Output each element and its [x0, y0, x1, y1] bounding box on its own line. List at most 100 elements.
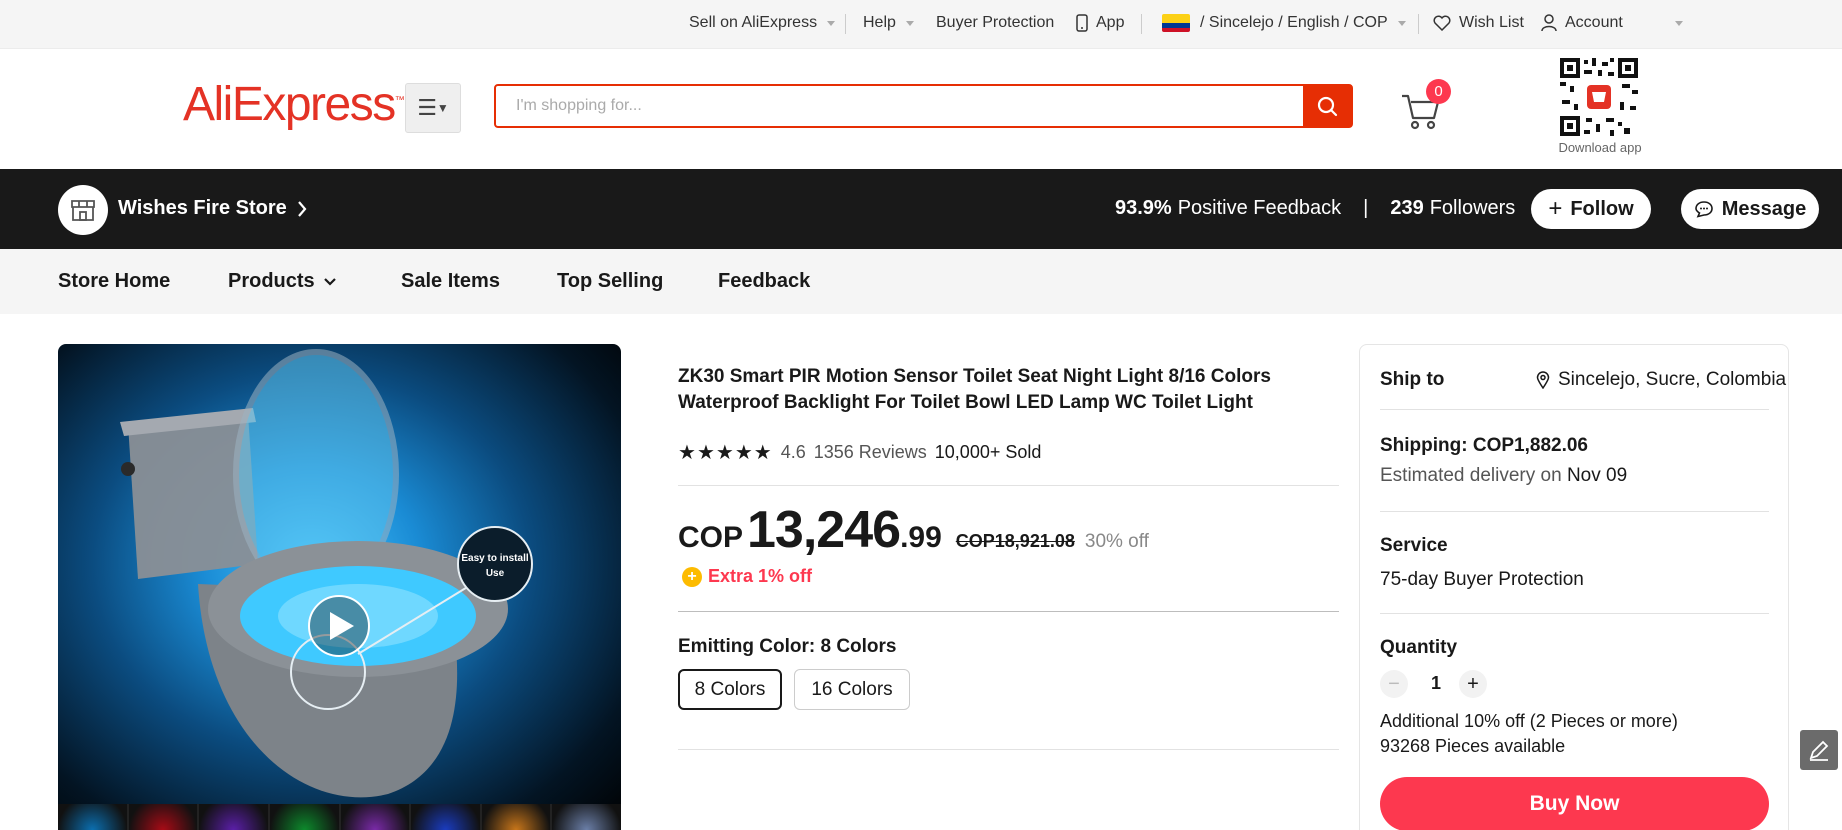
- estimated-delivery-label: Estimated delivery on: [1380, 465, 1562, 486]
- user-icon: [1541, 14, 1557, 32]
- extra-discount-label: Extra 1% off: [708, 566, 813, 586]
- chevron-down-icon: [827, 20, 836, 26]
- product-main-image[interactable]: Easy to install Use: [58, 344, 621, 830]
- divider: [1141, 14, 1142, 34]
- app-label: App: [1096, 14, 1125, 31]
- image-badge-text-line1: Easy to install: [461, 553, 528, 564]
- purchase-panel: Ship to Sincelejo, Sucre, Colombia Shipp…: [1359, 344, 1789, 830]
- delivery-date: Nov 09: [1566, 465, 1628, 486]
- quantity-increase-button[interactable]: +: [1459, 670, 1487, 698]
- chevron-down-icon: ▼: [436, 101, 449, 115]
- service-label: Service: [1380, 535, 1448, 556]
- download-app-label: Download app: [1558, 140, 1642, 155]
- phone-icon: [1076, 14, 1088, 32]
- products-label: Products: [228, 270, 315, 292]
- store-nav-top-selling[interactable]: Top Selling: [557, 270, 663, 293]
- locale-selector[interactable]: / Sincelejo / English / COP: [1162, 14, 1406, 32]
- location-pin-icon: [1536, 371, 1550, 389]
- star-icon: ★: [678, 442, 697, 464]
- help-menu[interactable]: Help: [863, 14, 914, 32]
- locale-label: / Sincelejo / English / COP: [1200, 14, 1388, 31]
- search-bar: [494, 84, 1353, 128]
- estimated-delivery: Estimated delivery on Nov 09: [1380, 465, 1627, 487]
- divider: [678, 749, 1339, 750]
- bulk-discount-note: Additional 10% off (2 Pieces or more): [1380, 711, 1678, 731]
- quantity-decrease-button[interactable]: −: [1380, 670, 1408, 698]
- star-icon: ★: [753, 442, 773, 464]
- store-stats: 93.9% Positive Feedback | 239 Followers: [1115, 197, 1515, 220]
- store-nav-products[interactable]: Products: [228, 270, 337, 293]
- categories-menu-button[interactable]: ☰ ▼: [405, 83, 461, 133]
- store-nav-sale-items[interactable]: Sale Items: [401, 270, 500, 293]
- coin-plus-icon: +: [682, 566, 702, 587]
- app-link[interactable]: App: [1076, 14, 1124, 32]
- chevron-down-icon: [905, 20, 914, 26]
- emitting-color-label: Emitting Color: 8 Colors: [678, 636, 897, 657]
- divider: [1418, 14, 1419, 34]
- thumbnail-item[interactable]: [340, 804, 410, 830]
- price-block: COP 13,246 .99 COP18,921.08 30% off: [678, 500, 1149, 560]
- chevron-down-icon: [1674, 20, 1683, 26]
- account-menu[interactable]: Account: [1541, 14, 1683, 32]
- store-name-link[interactable]: Wishes Fire Store: [118, 197, 307, 220]
- thumbnail-item[interactable]: [481, 804, 551, 830]
- thumbnail-item[interactable]: [411, 804, 480, 830]
- buy-now-button[interactable]: Buy Now: [1380, 777, 1769, 830]
- aliexpress-logo[interactable]: AliExpress™: [183, 77, 405, 132]
- chat-bubble-icon: [1694, 201, 1713, 218]
- plus-icon: +: [1548, 195, 1563, 222]
- rating-value: 4.6: [780, 442, 806, 462]
- sell-on-aliexpress-link[interactable]: Sell on AliExpress: [689, 14, 836, 32]
- feedback-value: 93.9%: [1115, 197, 1172, 219]
- search-icon: [1317, 96, 1338, 117]
- feedback-label: Positive Feedback: [1177, 197, 1342, 219]
- store-icon: [71, 200, 95, 221]
- thumbnail-strip: [58, 804, 621, 830]
- message-label: Message: [1721, 197, 1807, 220]
- thumbnail-item[interactable]: [128, 804, 198, 830]
- divider: [1380, 511, 1769, 512]
- extra-discount: + Extra 1% off: [682, 566, 812, 587]
- shipping-cost: Shipping: COP1,882.06: [1380, 435, 1588, 456]
- followers-label: Followers: [1429, 197, 1516, 219]
- thumbnail-item[interactable]: [199, 804, 268, 830]
- follow-label: Follow: [1570, 197, 1634, 220]
- option-16-colors[interactable]: 16 Colors: [794, 669, 910, 710]
- store-nav-feedback[interactable]: Feedback: [718, 270, 810, 293]
- wish-list-label: Wish List: [1459, 14, 1524, 31]
- search-input[interactable]: [496, 86, 1303, 126]
- chevron-right-icon: [297, 200, 307, 217]
- stats-separator: |: [1363, 197, 1369, 219]
- search-button[interactable]: [1303, 86, 1351, 126]
- hamburger-icon: ☰: [417, 95, 437, 120]
- thumbnail-item[interactable]: [269, 804, 339, 830]
- wish-list-link[interactable]: Wish List: [1433, 14, 1524, 32]
- buyer-protection-link[interactable]: Buyer Protection: [936, 14, 1054, 32]
- chevron-down-icon: [1397, 20, 1406, 26]
- original-price: COP18,921.08: [955, 531, 1075, 551]
- option-8-colors[interactable]: 8 Colors: [678, 669, 782, 710]
- divider: [678, 611, 1339, 612]
- store-nav-home[interactable]: Store Home: [58, 270, 170, 293]
- thumbnail-item[interactable]: [552, 804, 621, 830]
- service-value[interactable]: 75-day Buyer Protection: [1380, 569, 1584, 591]
- colombia-flag-icon: [1162, 14, 1190, 32]
- quantity-value[interactable]: 1: [1431, 673, 1441, 694]
- top-utility-bar: Sell on AliExpress Help Buyer Protection…: [0, 0, 1842, 49]
- follow-button[interactable]: + Follow: [1531, 189, 1651, 229]
- qr-code-image[interactable]: [1558, 56, 1640, 138]
- ship-to-value: Sincelejo, Sucre, Colombia: [1558, 369, 1787, 390]
- store-avatar[interactable]: [58, 185, 108, 235]
- message-button[interactable]: Message: [1681, 189, 1819, 229]
- feedback-edit-button[interactable]: [1800, 730, 1838, 770]
- reviews-link[interactable]: 1356 Reviews: [814, 442, 927, 463]
- product-title: ZK30 Smart PIR Motion Sensor Toilet Seat…: [678, 366, 1271, 413]
- star-icon: ★: [715, 442, 735, 464]
- ship-to-selector[interactable]: Sincelejo, Sucre, Colombia: [1536, 369, 1786, 391]
- thumbnail-item[interactable]: [58, 804, 127, 830]
- ship-to-label: Ship to: [1380, 369, 1445, 390]
- price-integer: 13,246: [747, 501, 901, 559]
- sell-label: Sell on AliExpress: [689, 14, 818, 31]
- divider: [1380, 409, 1769, 410]
- chevron-down-icon: [323, 277, 336, 286]
